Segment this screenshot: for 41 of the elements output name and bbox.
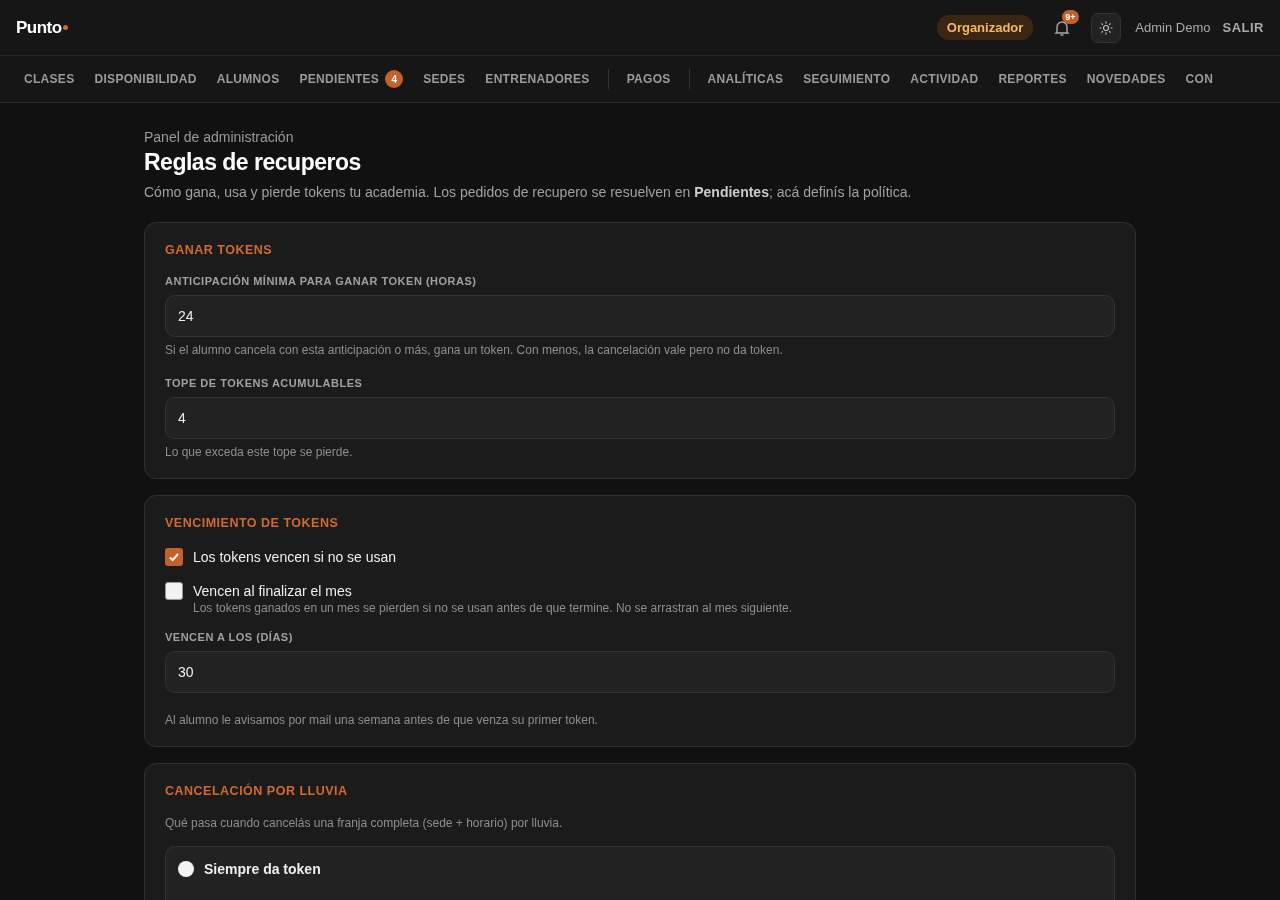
sun-icon — [1099, 20, 1114, 35]
theme-toggle-button[interactable] — [1091, 12, 1122, 43]
section-title: CANCELACIÓN POR LLUVIA — [165, 784, 349, 798]
section-title: VENCIMIENTO DE TOKENS — [165, 516, 340, 530]
help-text: Qué pasa cuando cancelás una franja completa (sede + horario) por lluvia. — [165, 816, 564, 830]
nav-tab[interactable]: REPORTES — [998, 72, 1067, 86]
help-text: Los tokens ganados en un mes se pierden si no se usan antes de que termine. No se arrastran al mes siguiente. — [193, 601, 793, 615]
number-field[interactable]: 24 — [165, 295, 1115, 337]
number-field[interactable]: 4 — [165, 397, 1115, 439]
logout-button[interactable]: SALIR — [1222, 20, 1264, 35]
logo[interactable]: Punto — [16, 17, 62, 38]
nav-tab[interactable]: PENDIENTES 4 — [299, 70, 404, 88]
breadcrumb: Panel de administración — [144, 129, 295, 145]
nav-tab[interactable]: PAGOS — [626, 72, 671, 86]
user-name: Admin Demo — [1135, 20, 1211, 35]
help-text: Si el alumno cancela con esta anticipación o más, gana un token. Con menos, la cancelación vale pero no da token. — [165, 343, 784, 357]
help-text: Al alumno le avisamos por mail una semana antes de que venza su primer token. — [165, 713, 599, 727]
count-badge: 4 — [385, 70, 404, 88]
nav-tab[interactable]: ALUMNOS — [216, 72, 280, 86]
field-label: TOPE DE TOKENS ACUMULABLES — [165, 377, 364, 389]
section-title: GANAR TOKENS — [165, 243, 274, 257]
nav-tab[interactable]: ENTRENADORES — [485, 72, 590, 86]
nav-tab[interactable]: SEGUIMIENTO — [803, 72, 891, 86]
logo-dot-icon — [62, 25, 68, 30]
nav-tab[interactable]: CON — [1185, 72, 1214, 86]
field-label: ANTICIPACIÓN MÍNIMA PARA GANAR TOKEN (HORAS) — [165, 275, 478, 287]
role-badge: Organizador — [936, 15, 1034, 40]
notification-bell-icon[interactable] — [1053, 18, 1072, 37]
field-label: VENCEN A LOS (DÍAS) — [165, 631, 294, 643]
help-text: Lo que exceda este tope se pierde. — [165, 445, 354, 459]
page-title: Reglas de recuperos — [144, 149, 362, 176]
nav-tab[interactable]: ACTIVIDAD — [910, 72, 979, 86]
nav-tab[interactable]: CLASES — [24, 72, 75, 86]
notification-count: 9+ — [1062, 9, 1079, 24]
nav-tab[interactable]: NOVEDADES — [1086, 72, 1166, 86]
nav-tab[interactable]: ANALÍTICAS — [707, 72, 784, 86]
nav-tab[interactable]: DISPONIBILIDAD — [94, 72, 197, 86]
nav-tab[interactable]: SEDES — [423, 72, 466, 86]
checkbox-label: Vencen al finalizar el mes — [193, 582, 353, 600]
page-description: Cómo gana, usa y pierde tokens tu academia. Los pedidos de recupero se resuelven en Pendientes; acá definís la política. — [144, 184, 913, 200]
checkbox-label: Los tokens vencen si no se usan — [193, 548, 397, 566]
